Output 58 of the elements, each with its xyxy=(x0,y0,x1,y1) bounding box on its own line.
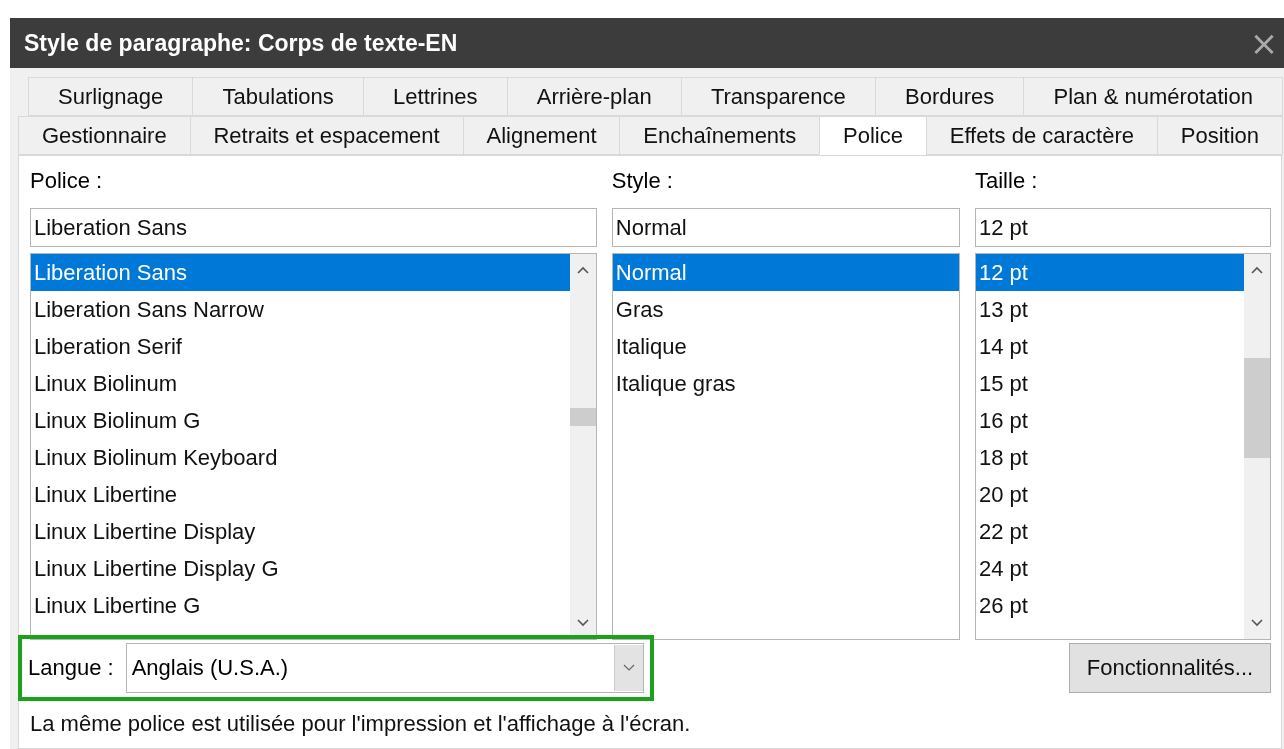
close-button[interactable]: × xyxy=(1244,26,1284,60)
input-field[interactable]: Normal xyxy=(611,208,960,247)
list-item[interactable]: 22 pt xyxy=(976,513,1244,550)
tab[interactable]: Arrière-plan xyxy=(506,77,682,116)
tab[interactable]: Effets de caractère xyxy=(925,116,1158,155)
list-item[interactable]: 18 pt xyxy=(976,439,1244,476)
scroll-thumb[interactable] xyxy=(569,408,596,426)
tab[interactable]: Position xyxy=(1156,116,1283,155)
tab[interactable]: Plan & numérotation xyxy=(1023,77,1283,116)
scroll-up-icon[interactable] xyxy=(1251,266,1263,274)
tab[interactable]: Transparence xyxy=(680,77,876,116)
list-item[interactable]: Linux Libertine G xyxy=(31,587,570,624)
tab[interactable]: Alignement xyxy=(462,116,621,155)
info-text: La même police est utilisée pour l'impression et l'affichage à l'écran. xyxy=(30,711,692,737)
tab[interactable]: Retraits et espacement xyxy=(189,116,464,155)
list-item[interactable]: Gras xyxy=(612,291,959,328)
list-item[interactable]: 16 pt xyxy=(976,402,1244,439)
tab[interactable]: Gestionnaire xyxy=(18,116,191,155)
field-label: Taille : xyxy=(975,168,1039,195)
list-item[interactable]: Liberation Sans Narrow xyxy=(31,291,570,328)
list-item[interactable]: Italique gras xyxy=(612,365,959,402)
list-item[interactable]: Linux Libertine Display xyxy=(31,513,570,550)
list-item[interactable]: 24 pt xyxy=(976,550,1244,587)
list-item[interactable]: 14 pt xyxy=(976,328,1244,365)
list-item[interactable]: Linux Libertine xyxy=(31,476,570,513)
input-field[interactable]: Liberation Sans xyxy=(30,208,597,247)
window-title: Style de paragraphe: Corps de texte-EN xyxy=(24,29,458,57)
list-item[interactable]: Normal xyxy=(612,254,959,291)
tab[interactable]: Lettrines xyxy=(362,77,508,116)
list-item[interactable]: 26 pt xyxy=(976,587,1244,624)
list-item[interactable]: Liberation Serif xyxy=(31,328,570,365)
list-item[interactable]: 20 pt xyxy=(976,476,1244,513)
scroll-down-icon[interactable] xyxy=(1251,619,1263,627)
list-item[interactable]: Linux Biolinum G xyxy=(31,402,570,439)
scroll-down-icon[interactable] xyxy=(576,619,589,627)
list-item[interactable]: Linux Biolinum Keyboard xyxy=(31,439,570,476)
tab[interactable]: Bordures xyxy=(874,77,1025,116)
input-field[interactable]: 12 pt xyxy=(975,208,1271,247)
list-item[interactable]: Italique xyxy=(612,328,959,365)
field-label: Police : xyxy=(30,168,104,195)
tab[interactable]: Tabulations xyxy=(192,77,364,116)
features-button[interactable]: Fonctionnalités... xyxy=(1069,643,1271,693)
list-item[interactable]: 15 pt xyxy=(976,365,1244,402)
language-label: Langue : xyxy=(28,655,114,681)
list-item[interactable]: 13 pt xyxy=(976,291,1244,328)
chevron-down-icon xyxy=(623,664,635,672)
list-item[interactable]: 12 pt xyxy=(976,254,1244,291)
list-item[interactable]: Liberation Sans xyxy=(31,254,570,291)
language-dropdown[interactable]: Anglais (U.S.A.) xyxy=(125,643,644,693)
tab[interactable]: Surlignage xyxy=(28,77,194,116)
tab[interactable]: Police xyxy=(819,116,927,155)
scrollbar[interactable] xyxy=(1244,254,1270,639)
field-label: Style : xyxy=(611,168,674,195)
list-item[interactable]: Linux Libertine Display G xyxy=(31,550,570,587)
scroll-thumb[interactable] xyxy=(1244,358,1270,458)
list-item[interactable]: Linux Biolinum xyxy=(31,365,570,402)
scroll-up-icon[interactable] xyxy=(576,266,589,274)
tab[interactable]: Enchaînements xyxy=(619,116,821,155)
